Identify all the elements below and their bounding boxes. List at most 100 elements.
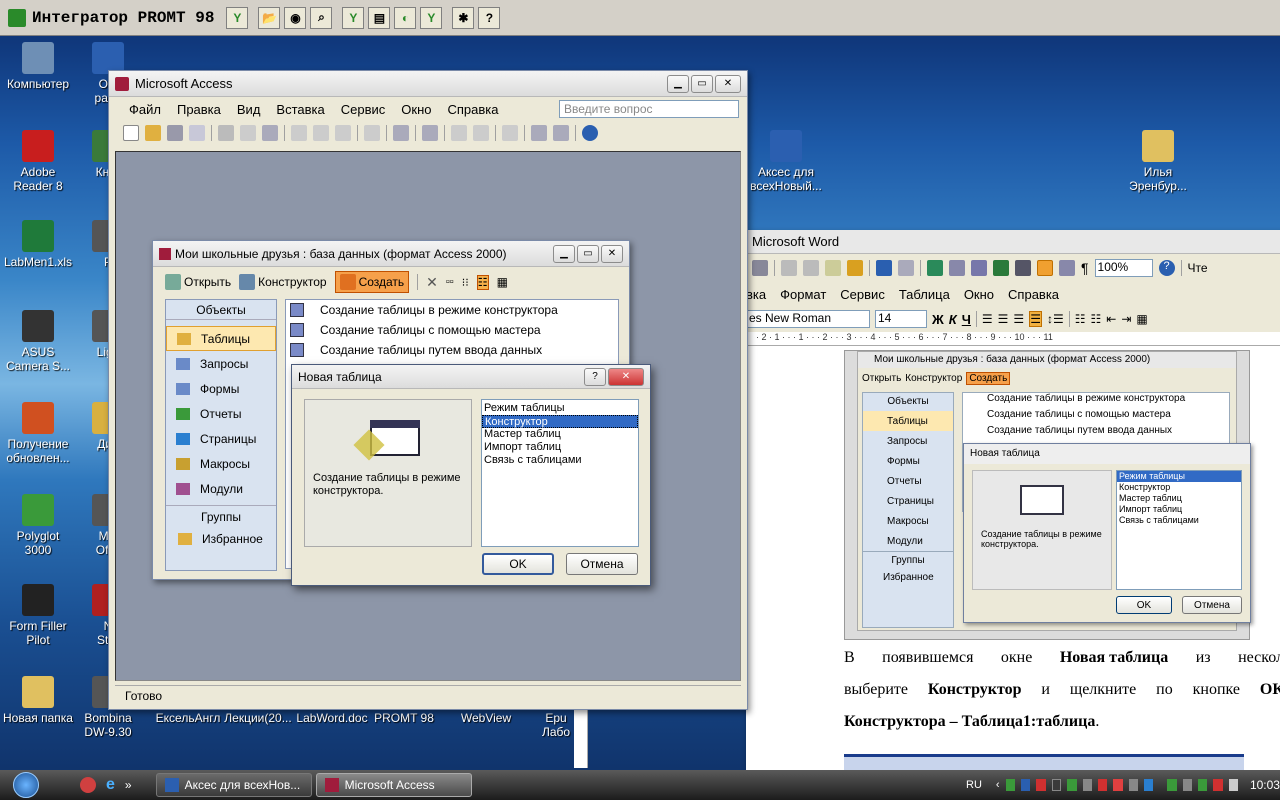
task-access[interactable]: Microsoft Access [315, 773, 472, 797]
delete-icon[interactable]: ✕ [426, 274, 438, 291]
dialog-option[interactable]: Режим таблицы [482, 402, 638, 415]
dialog-close-button[interactable]: ✕ [608, 367, 644, 386]
create-button[interactable]: Создать [334, 271, 410, 293]
columns-icon[interactable] [1015, 260, 1031, 276]
circle-button[interactable]: ◐ [394, 6, 417, 29]
copy-icon[interactable] [313, 125, 329, 141]
code-icon[interactable] [451, 125, 467, 141]
relationships-icon[interactable] [531, 125, 547, 141]
desktop-icon-updates[interactable]: Получение обновлен... [2, 402, 74, 465]
folder-open-button[interactable]: 📂 [258, 6, 281, 29]
access-menu-item[interactable]: Окно [401, 102, 431, 117]
db-item[interactable]: Создание таблицы в режиме конструктора [286, 300, 618, 320]
doc-button[interactable]: ▤ [368, 6, 391, 29]
access-menu-item[interactable]: Вставка [276, 102, 324, 117]
desktop-icon-labmen[interactable]: LabMen1.xls [2, 220, 74, 269]
desktop-icon-adobe[interactable]: Adobe Reader 8 [2, 130, 74, 193]
word-menu-format[interactable]: Формат [780, 287, 826, 302]
dialog-option[interactable]: Мастер таблиц [482, 428, 638, 441]
search-button[interactable]: ⌕ [310, 6, 333, 29]
quicklaunch-icon[interactable] [80, 777, 96, 793]
print-preview-icon[interactable] [752, 260, 768, 276]
tray-icon-6[interactable] [1082, 779, 1092, 791]
promt-y3-button[interactable]: Y [420, 6, 443, 29]
clock[interactable]: 10:03 [1250, 778, 1280, 792]
paste-icon[interactable] [825, 260, 841, 276]
lang-indicator[interactable]: RU [966, 779, 982, 791]
tray-icon-7[interactable] [1097, 779, 1108, 791]
tray-icon-10[interactable] [1143, 779, 1154, 791]
outdent-icon[interactable]: ⇤ [1106, 312, 1116, 326]
desktop-icon-formfiller[interactable]: Form Filler Pilot [2, 584, 74, 647]
align-center-icon[interactable]: ☰ [998, 312, 1009, 326]
paste-icon[interactable] [335, 125, 351, 141]
large-icons-icon[interactable]: ▫▫ [446, 276, 454, 288]
tray-icon-1[interactable] [1005, 779, 1015, 791]
db-item[interactable]: Создание таблицы путем ввода данных [286, 340, 618, 360]
nav-item-2[interactable]: Формы [166, 376, 276, 401]
dialog-option[interactable]: Конструктор [482, 415, 638, 428]
db-close-button[interactable]: ✕ [601, 244, 623, 263]
globe-button[interactable]: ◉ [284, 6, 307, 29]
bullets-icon[interactable]: ☷ [1090, 312, 1101, 326]
tray-icon-2[interactable] [1020, 779, 1031, 791]
word-menu-help[interactable]: Справка [1008, 287, 1059, 302]
redo-icon[interactable] [898, 260, 914, 276]
tray-icon-14[interactable] [1213, 779, 1223, 791]
cut-icon[interactable] [781, 260, 797, 276]
word-menu-window[interactable]: Окно [964, 287, 994, 302]
insert-table-icon[interactable] [971, 260, 987, 276]
analyze-icon[interactable] [422, 125, 438, 141]
dialog-help-button[interactable]: ? [584, 367, 606, 386]
docmap-icon[interactable] [1059, 260, 1075, 276]
tables-icon[interactable] [949, 260, 965, 276]
align-left-icon[interactable]: ☰ [982, 312, 993, 326]
ie-icon[interactable]: e [106, 776, 115, 794]
desktop-icon-asus[interactable]: ASUS Camera S... [2, 310, 74, 373]
desktop-icon-computer[interactable]: Компьютер [2, 42, 74, 91]
new-icon[interactable] [123, 125, 139, 141]
task-word[interactable]: Аксес для всехНов... [155, 773, 312, 797]
help-icon[interactable]: ? [1158, 260, 1175, 276]
copy-icon[interactable] [803, 260, 819, 276]
maximize-button[interactable]: ▭ [691, 74, 713, 93]
tray-icon-5[interactable] [1067, 779, 1077, 791]
properties-icon[interactable] [502, 125, 518, 141]
help-icon[interactable] [582, 125, 598, 141]
close-button[interactable]: ✕ [715, 74, 741, 93]
italic-button[interactable]: К [949, 312, 957, 327]
justify-icon[interactable]: ☰ [1029, 311, 1042, 327]
promt-y2-button[interactable]: Y [342, 6, 365, 29]
access-menu-item[interactable]: Вид [237, 102, 261, 117]
undo-icon[interactable] [876, 260, 892, 276]
cancel-button[interactable]: Отмена [566, 553, 638, 575]
small-icons-icon[interactable]: ⁝⁝ [462, 276, 469, 289]
desktop-icon-polyglot[interactable]: Polyglot 3000 [2, 494, 74, 557]
bold-button[interactable]: Ж [932, 312, 944, 327]
dialog-options-list[interactable]: Режим таблицы Конструктор Мастер таблиц Имп… [481, 399, 639, 547]
nav-item-6[interactable]: Модули [166, 476, 276, 501]
excel-icon[interactable] [993, 260, 1009, 276]
question-box[interactable]: Введите вопрос [559, 100, 739, 118]
open-folder-icon[interactable] [145, 125, 161, 141]
tray-icon-12[interactable] [1182, 779, 1192, 791]
spell-icon[interactable] [262, 125, 278, 141]
hyperlink-icon[interactable] [927, 260, 943, 276]
volume-icon[interactable] [1228, 779, 1238, 791]
script-icon[interactable] [473, 125, 489, 141]
desktop-icon-ilya[interactable]: Илья Эренбур... [1122, 130, 1194, 193]
preview-icon[interactable] [240, 125, 256, 141]
list-view-icon[interactable]: ☷ [476, 274, 489, 290]
desktop-icon-newfolder[interactable]: Новая папка [2, 676, 74, 725]
tray-icon-8[interactable] [1113, 779, 1123, 791]
drawing-icon[interactable] [1037, 260, 1053, 276]
format-painter-icon[interactable] [847, 260, 863, 276]
favorites-item[interactable]: Избранное [166, 527, 276, 551]
underline-button[interactable]: Ч [962, 312, 971, 327]
db-item[interactable]: Создание таблицы с помощью мастера [286, 320, 618, 340]
access-menu-item[interactable]: Сервис [341, 102, 386, 117]
open-button[interactable]: Открыть [165, 274, 231, 290]
details-view-icon[interactable]: ▦ [497, 275, 508, 289]
promt-y-button[interactable]: Y [226, 6, 249, 29]
tray-icon-11[interactable] [1167, 779, 1177, 791]
